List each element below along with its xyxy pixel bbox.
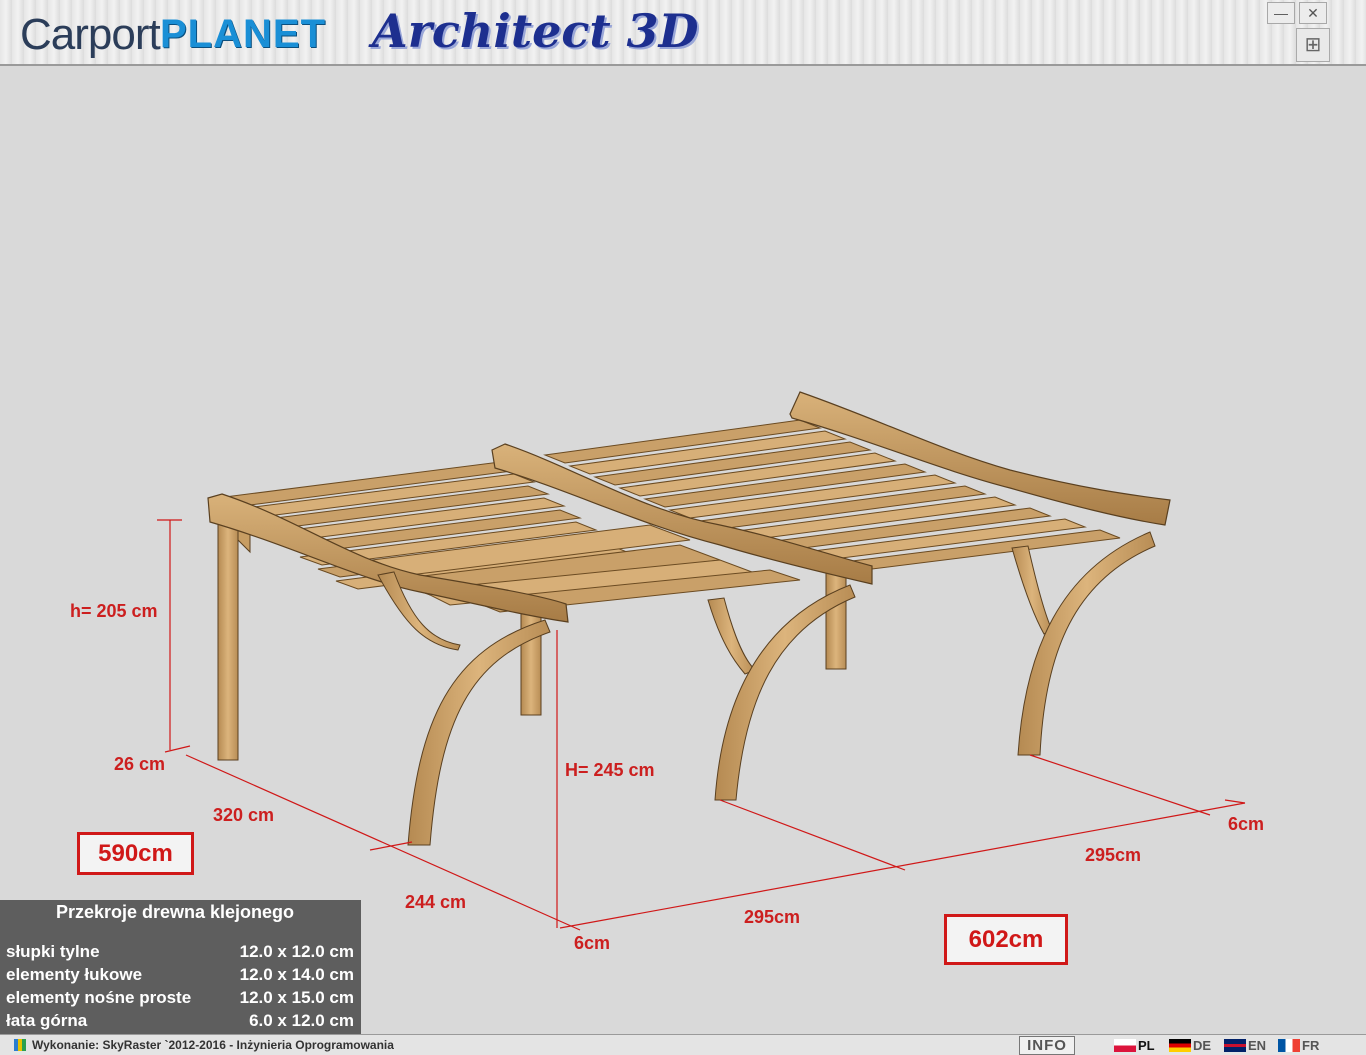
- section-name: słupki tylne: [6, 942, 100, 961]
- uk-flag-icon: [1224, 1039, 1246, 1053]
- height-high-label: H= 245 cm: [565, 760, 655, 780]
- section-name: elementy łukowe: [6, 965, 143, 984]
- rear-post-right: [825, 571, 847, 670]
- logo-carport: Carport: [20, 10, 161, 59]
- total-depth-badge: 590cm: [77, 832, 194, 875]
- close-button[interactable]: ✕: [1299, 2, 1327, 24]
- depth-label: 320 cm: [213, 805, 275, 825]
- base-offset-label: 26 cm: [114, 754, 166, 774]
- arch-support-rear: [1011, 531, 1156, 756]
- front-offset-label: 6cm: [574, 933, 611, 953]
- section-value: 12.0 x 14.0 cm: [239, 965, 354, 984]
- poland-flag-icon: [1114, 1039, 1136, 1053]
- credit-text: Wykonanie: SkyRaster `2012-2016 - Inżyni…: [32, 1038, 394, 1052]
- total-width-badge: 602cm: [944, 914, 1068, 965]
- height-low-label: h= 205 cm: [70, 601, 158, 621]
- carport-3d-view[interactable]: [0, 66, 1366, 1034]
- language-fr-button[interactable]: FR: [1278, 1037, 1319, 1053]
- status-bar: Wykonanie: SkyRaster `2012-2016 - Inżyni…: [0, 1034, 1366, 1055]
- section-row: elementy nośne proste 12.0 x 15.0 cm: [6, 988, 354, 1010]
- section-name: elementy nośne proste: [6, 988, 192, 1007]
- language-de-button[interactable]: DE: [1169, 1037, 1211, 1053]
- skyraster-icon: [14, 1039, 26, 1051]
- minimize-button[interactable]: —: [1267, 2, 1295, 24]
- section-value: 12.0 x 15.0 cm: [239, 988, 354, 1007]
- section-row: łata górna 6.0 x 12.0 cm: [6, 1011, 354, 1033]
- logo-planet: PLANET: [160, 12, 326, 56]
- depth-overhang-label: 244 cm: [405, 892, 467, 912]
- span-back-label: 295cm: [1085, 845, 1142, 865]
- roof-slats-right: [543, 419, 1121, 574]
- info-button[interactable]: INFO: [1019, 1036, 1075, 1055]
- section-value: 6.0 x 12.0 cm: [249, 1011, 354, 1030]
- span-front-label: 295cm: [744, 907, 801, 927]
- language-en-button[interactable]: EN: [1224, 1037, 1266, 1053]
- section-row: słupki tylne 12.0 x 12.0 cm: [6, 942, 354, 964]
- rear-post-left: [217, 518, 251, 761]
- section-name: łata górna: [6, 1011, 88, 1030]
- rear-offset-label: 6cm: [1228, 814, 1265, 834]
- section-value: 12.0 x 12.0 cm: [239, 942, 354, 961]
- expand-button[interactable]: ⊞: [1296, 28, 1330, 62]
- germany-flag-icon: [1169, 1039, 1191, 1053]
- title-bar: Carport PLANET Architect 3D — ✕ ⊞: [0, 0, 1366, 66]
- section-row: elementy łukowe 12.0 x 14.0 cm: [6, 965, 354, 987]
- logo-architect-3d: Architect 3D: [372, 4, 699, 58]
- panel-title: Przekroje drewna klejonego: [55, 902, 295, 922]
- france-flag-icon: [1278, 1039, 1300, 1053]
- timber-sections-panel: Przekroje drewna klejonego słupki tylne …: [0, 900, 361, 1034]
- language-pl-button[interactable]: PL: [1114, 1037, 1155, 1053]
